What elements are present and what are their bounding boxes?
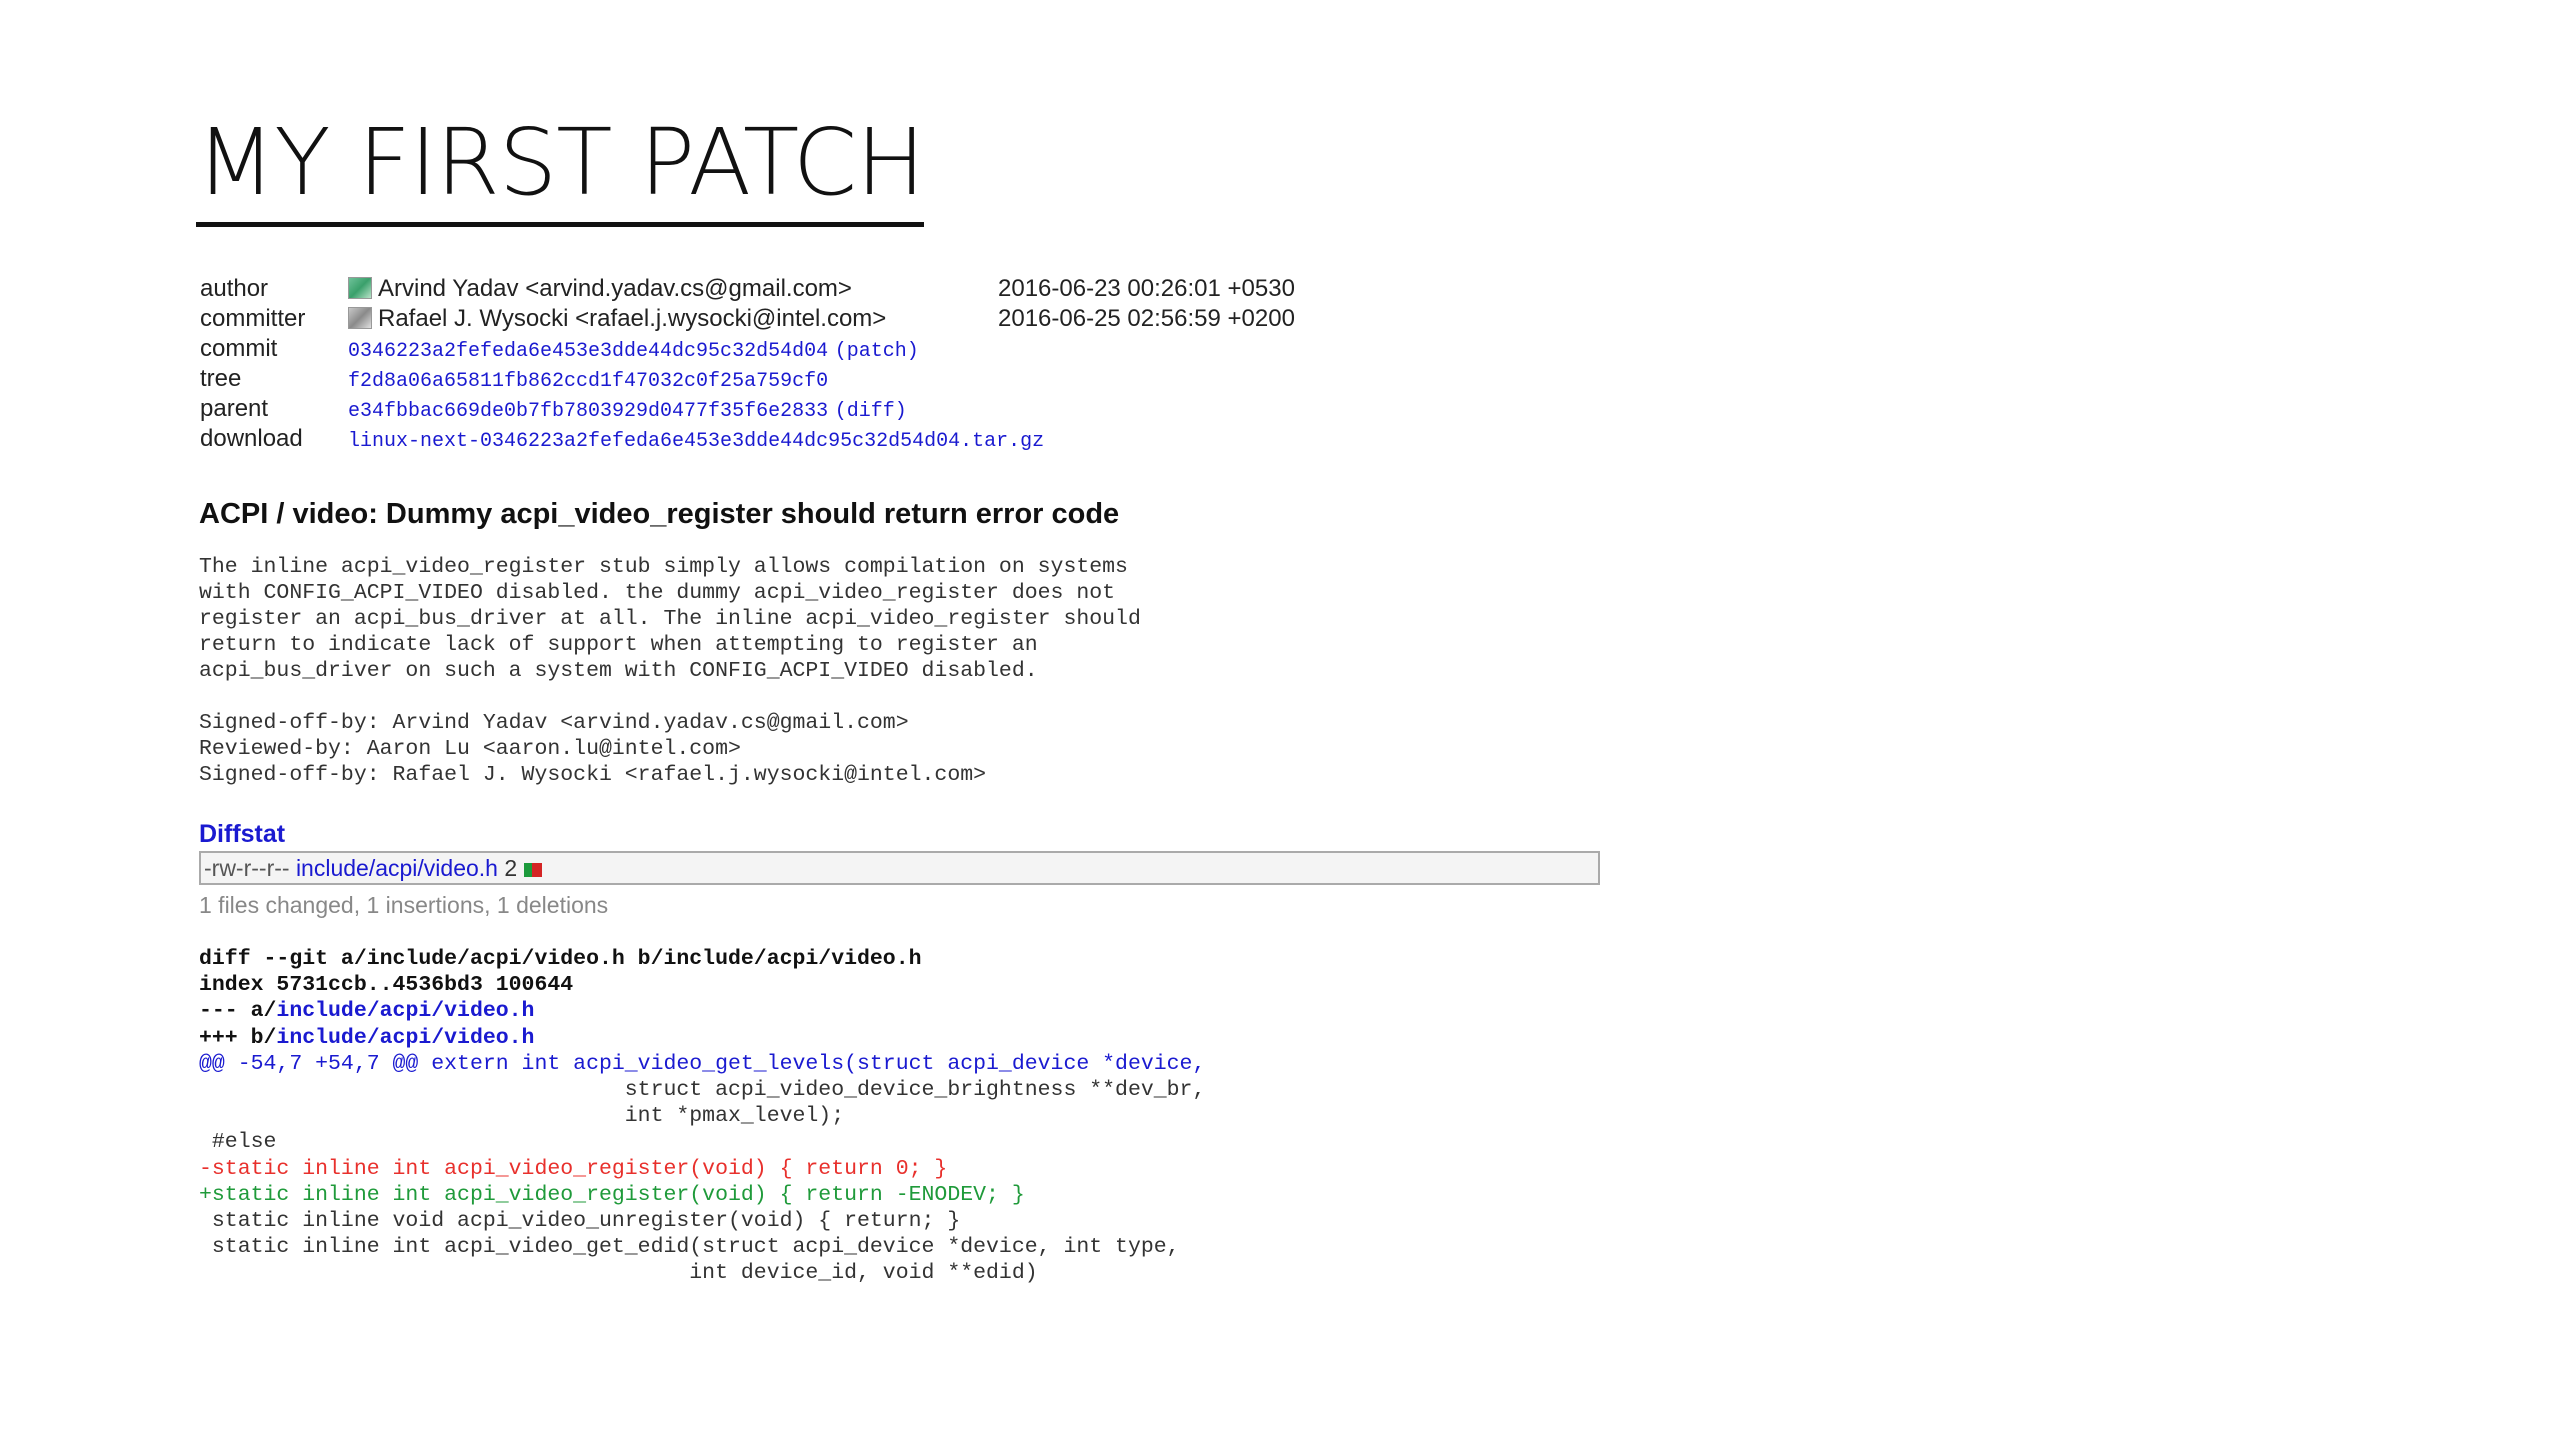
diff-context-line: int *pmax_level); — [199, 1104, 845, 1129]
author-label: author — [200, 275, 269, 302]
diffstat-change-count: 2 — [504, 855, 518, 881]
committer-row: committer Rafael J. Wysocki <rafael.j.wy… — [200, 304, 1295, 334]
commit-message-line: with CONFIG_ACPI_VIDEO disabled. the dum… — [199, 581, 1116, 605]
commit-message-line: register an acpi_bus_driver at all. The … — [199, 607, 1141, 631]
committer-label: committer — [200, 305, 306, 332]
reviewed-by-line: Reviewed-by: Aaron Lu <aaron.lu@intel.co… — [199, 737, 741, 761]
diff-context-line: static inline void acpi_video_unregister… — [199, 1208, 961, 1233]
tree-hash-link[interactable]: f2d8a06a65811fb862ccd1f47032c0f25a759cf0 — [348, 370, 828, 393]
tree-row: tree f2d8a06a65811fb862ccd1f47032c0f25a7… — [200, 364, 1295, 394]
deletion-bar — [531, 863, 542, 877]
diff-index-line: index 5731ccb..4536bd3 100644 — [199, 973, 574, 998]
diff-removed-line: -static inline int acpi_video_register(v… — [199, 1156, 948, 1181]
diff-new-file-link[interactable]: include/acpi/video.h — [276, 1026, 534, 1050]
diff-git-line: diff --git a/include/acpi/video.h b/incl… — [199, 947, 922, 971]
signed-off-by-line: Signed-off-by: Arvind Yadav <arvind.yada… — [199, 711, 909, 735]
diff-context-line: static inline int acpi_video_get_edid(st… — [199, 1235, 1180, 1260]
diff-context-line: struct acpi_video_device_brightness **de… — [199, 1077, 1206, 1102]
committer-avatar-icon — [348, 307, 372, 329]
diff-context-line: #else — [199, 1130, 277, 1155]
diff-hunk-header: @@ -54,7 +54,7 @@ extern int acpi_video_… — [199, 1051, 1206, 1076]
author-date: 2016-06-23 00:26:01 +0530 — [998, 275, 1295, 302]
committer-date: 2016-06-25 02:56:59 +0200 — [998, 305, 1295, 332]
diffstat-table: -rw-r--r-- include/acpi/video.h 2 — [199, 851, 1600, 885]
diff-old-file-link[interactable]: include/acpi/video.h — [276, 999, 534, 1023]
signed-off-by-line: Signed-off-by: Rafael J. Wysocki <rafael… — [199, 763, 987, 787]
commit-message-line: The inline acpi_video_register stub simp… — [199, 555, 1128, 579]
insertion-bar — [523, 863, 532, 877]
commit-message-line: acpi_bus_driver on such a system with CO… — [199, 659, 1038, 683]
committer-name: Rafael J. Wysocki <rafael.j.wysocki@inte… — [378, 305, 887, 332]
diff-added-line: +static inline int acpi_video_register(v… — [199, 1182, 1025, 1207]
download-label: download — [200, 425, 303, 452]
commit-info-table: author Arvind Yadav <arvind.yadav.cs@gma… — [200, 274, 1295, 454]
diff-link[interactable]: (diff) — [835, 400, 907, 423]
diffstat-header-link[interactable]: Diffstat — [199, 820, 285, 849]
parent-label: parent — [200, 395, 269, 422]
diffstat-file-link[interactable]: include/acpi/video.h — [296, 855, 498, 881]
diffstat-summary: 1 files changed, 1 insertions, 1 deletio… — [199, 892, 609, 918]
file-mode: -rw-r--r-- — [204, 855, 290, 881]
diff-plus-header: +++ b/include/acpi/video.h — [199, 1025, 535, 1050]
parent-hash-link[interactable]: e34fbbac669de0b7fb7803929d0477f35f6e2833 — [348, 400, 828, 423]
commit-message: The inline acpi_video_register stub simp… — [199, 554, 1141, 788]
tree-label: tree — [200, 365, 242, 392]
commit-message-line: return to indicate lack of support when … — [199, 633, 1038, 657]
author-name: Arvind Yadav <arvind.yadav.cs@gmail.com> — [378, 275, 852, 302]
author-row: author Arvind Yadav <arvind.yadav.cs@gma… — [200, 274, 1295, 304]
commit-label: commit — [200, 335, 278, 362]
download-row: download linux-next-0346223a2fefeda6e453… — [200, 424, 1295, 454]
commit-subject: ACPI / video: Dummy acpi_video_register … — [199, 498, 1120, 530]
commit-row: commit 0346223a2fefeda6e453e3dde44dc95c3… — [200, 334, 1295, 364]
diff-context-line: int device_id, void **edid) — [199, 1261, 1038, 1286]
parent-row: parent e34fbbac669de0b7fb7803929d0477f35… — [200, 394, 1295, 424]
commit-hash-link[interactable]: 0346223a2fefeda6e453e3dde44dc95c32d54d04 — [348, 340, 828, 363]
download-link[interactable]: linux-next-0346223a2fefeda6e453e3dde44dc… — [348, 430, 1044, 453]
diff-view: diff --git a/include/acpi/video.h b/incl… — [199, 946, 1205, 1286]
slide-title: MY FIRST PATCH — [196, 108, 925, 227]
author-avatar-icon — [348, 277, 372, 299]
patch-link[interactable]: (patch) — [835, 340, 919, 363]
diff-minus-header: --- a/include/acpi/video.h — [199, 999, 535, 1024]
